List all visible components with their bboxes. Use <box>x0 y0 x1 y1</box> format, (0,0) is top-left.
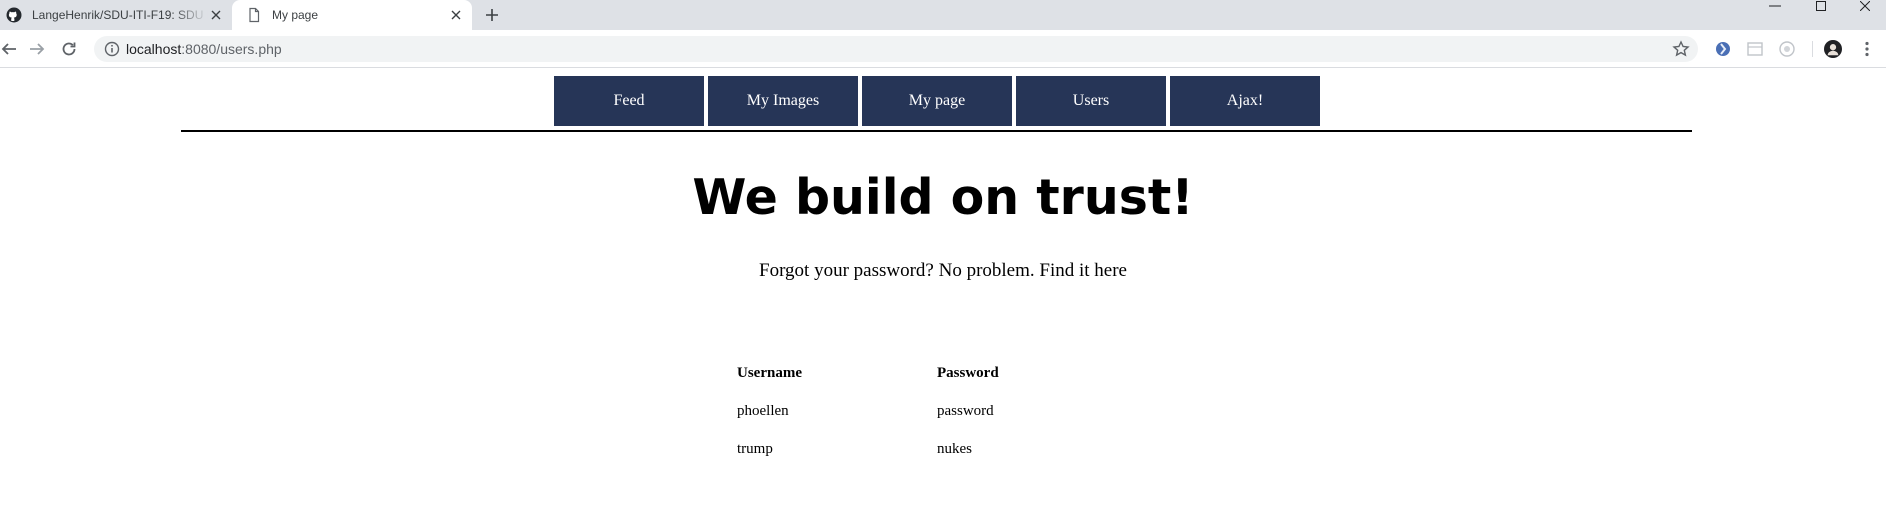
forward-arrow-icon <box>30 43 45 55</box>
nav-divider <box>181 130 1692 132</box>
address-bar[interactable]: localhost:8080/users.php <box>94 36 1698 62</box>
column-header-username: Username <box>737 364 802 381</box>
github-icon <box>6 7 22 23</box>
maximize-icon <box>1816 1 1826 11</box>
close-icon <box>1860 1 1870 11</box>
bookmark-star-icon[interactable] <box>1672 40 1690 58</box>
tab-title: LangeHenrik/SDU-ITI-F19: SDU Internet Te… <box>32 8 208 22</box>
tab-title: My page <box>272 8 319 22</box>
close-icon[interactable] <box>448 7 464 23</box>
nav-item-ajax[interactable]: Ajax! <box>1170 76 1320 126</box>
tab-github[interactable]: LangeHenrik/SDU-ITI-F19: SDU Internet Te… <box>0 0 232 30</box>
table-header-row: Username Password <box>733 354 1003 392</box>
new-tab-button[interactable] <box>480 4 504 26</box>
tab-strip: LangeHenrik/SDU-ITI-F19: SDU Internet Te… <box>0 0 1886 30</box>
back-button[interactable] <box>0 40 18 58</box>
page-icon <box>246 7 262 23</box>
forward-button[interactable] <box>28 40 46 58</box>
info-icon[interactable] <box>104 41 120 57</box>
extension-icon[interactable] <box>1746 40 1764 58</box>
password-cell: nukes <box>937 440 972 457</box>
table-row: phoellen password <box>733 392 1003 430</box>
nav-item-my-images[interactable]: My Images <box>708 76 858 126</box>
table-row: trump nukes <box>733 430 1003 468</box>
site-nav: Feed My Images My page Users Ajax! <box>554 76 1324 126</box>
minimize-icon <box>1769 5 1781 7</box>
page-title: We build on trust! <box>692 169 1194 226</box>
reload-icon <box>62 42 76 56</box>
users-table: Username Password phoellen password trum… <box>733 354 1003 468</box>
minimize-button[interactable] <box>1766 0 1784 12</box>
extension-icon[interactable] <box>1714 40 1732 58</box>
page-subtitle: Forgot your password? No problem. Find i… <box>759 260 1127 281</box>
avatar[interactable] <box>1824 40 1842 58</box>
back-arrow-icon <box>1 43 16 55</box>
window-close-button[interactable] <box>1856 0 1874 12</box>
url-text[interactable]: localhost:8080/users.php <box>126 41 282 57</box>
browser-toolbar: localhost:8080/users.php <box>0 30 1886 68</box>
maximize-button[interactable] <box>1812 0 1830 12</box>
url-host: localhost <box>126 41 182 57</box>
username-cell: trump <box>737 440 773 457</box>
toolbar-divider <box>1812 41 1813 57</box>
username-cell: phoellen <box>737 402 789 419</box>
menu-button[interactable] <box>1858 40 1876 58</box>
close-icon[interactable] <box>208 7 224 23</box>
column-header-password: Password <box>937 364 999 381</box>
nav-item-my-page[interactable]: My page <box>862 76 1012 126</box>
tab-my-page[interactable]: My page <box>232 0 472 30</box>
url-path: :8080/users.php <box>181 41 282 57</box>
extension-icon[interactable] <box>1778 40 1796 58</box>
nav-item-users[interactable]: Users <box>1016 76 1166 126</box>
reload-button[interactable] <box>60 40 78 58</box>
nav-item-feed[interactable]: Feed <box>554 76 704 126</box>
plus-icon <box>486 9 498 21</box>
password-cell: password <box>937 402 994 419</box>
kebab-menu-icon <box>1865 41 1869 57</box>
